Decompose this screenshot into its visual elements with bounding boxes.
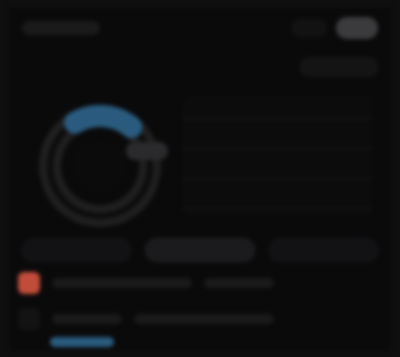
activity-list [18,270,382,342]
gridline [182,148,372,149]
metric-tile[interactable] [22,238,132,262]
list-item-line [134,314,274,324]
donut-center [74,140,126,192]
status-dot-icon [18,272,40,294]
primary-action-button[interactable] [336,17,378,39]
status-dot-icon [18,308,40,330]
header-actions [292,17,378,39]
donut-chart-svg [38,105,161,227]
bottom-accent [50,337,114,347]
list-item-line [204,278,274,288]
gridline [182,208,372,209]
header [22,14,378,42]
app-root [0,0,400,357]
header-ghost-button[interactable] [292,20,326,36]
list-item-line [52,278,192,288]
kpi-badge [300,58,378,76]
page-title [22,21,100,35]
donut-chart [30,96,170,236]
trend-area [182,96,372,216]
donut-label [126,142,168,160]
list-item[interactable] [18,306,382,332]
metric-tile[interactable] [268,238,378,262]
list-item[interactable] [18,270,382,296]
metric-tiles [22,238,378,262]
metric-tile[interactable] [145,238,255,262]
gridline [182,118,372,119]
list-item-line [52,314,122,324]
gridline [182,178,372,179]
